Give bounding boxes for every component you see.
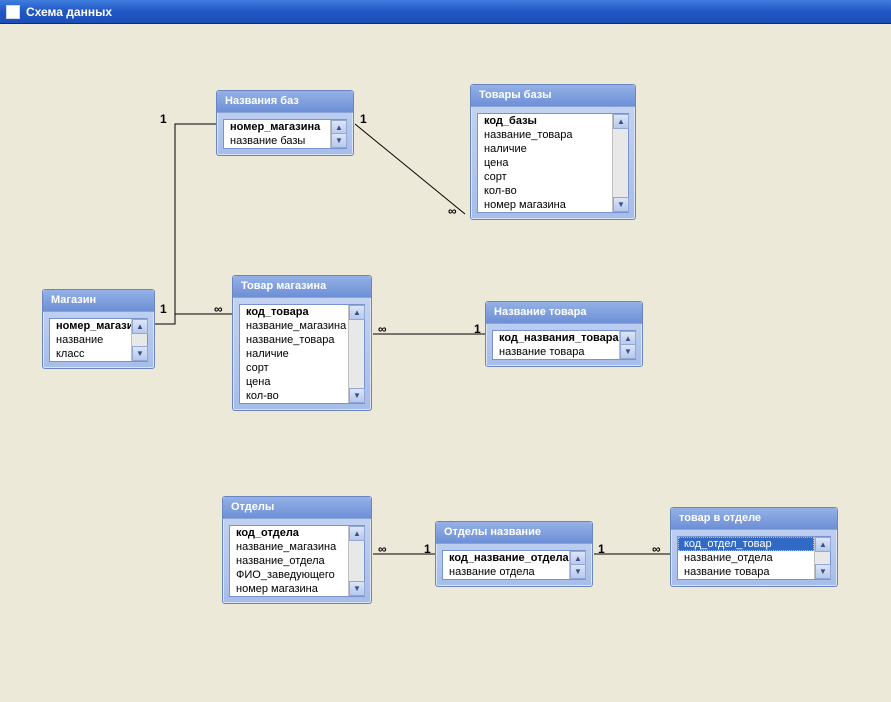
table-body: код_отдела название_магазина название_от… — [229, 525, 365, 597]
table-body: код_базы название_товара наличие цена со… — [477, 113, 629, 213]
scroll-down-icon[interactable]: ▼ — [620, 344, 636, 359]
scrollbar[interactable]: ▲ ▼ — [131, 319, 147, 361]
table-field[interactable]: название отдела — [443, 565, 569, 579]
rel-label: ∞ — [652, 542, 661, 556]
scroll-down-icon[interactable]: ▼ — [815, 564, 831, 579]
table-magazin[interactable]: Магазин номер_магазина название класс ▲ … — [42, 289, 155, 369]
table-otdely[interactable]: Отделы код_отдела название_магазина назв… — [222, 496, 372, 604]
scroll-up-icon[interactable]: ▲ — [349, 526, 365, 541]
scrollbar[interactable]: ▲ ▼ — [348, 526, 364, 596]
table-body: номер_магазина название базы ▲ ▼ — [223, 119, 347, 149]
table-field[interactable]: сорт — [240, 361, 348, 375]
scrollbar[interactable]: ▲ ▼ — [330, 120, 346, 148]
scroll-down-icon[interactable]: ▼ — [132, 346, 148, 361]
table-field[interactable]: код_названия_товара — [493, 331, 619, 345]
table-body: номер_магазина название класс ▲ ▼ — [49, 318, 148, 362]
table-field[interactable]: кол-во — [240, 389, 348, 403]
table-field[interactable]: наличие — [240, 347, 348, 361]
rel-label: ∞ — [448, 204, 457, 218]
schema-canvas[interactable]: 1 1 ∞ 1 ∞ ∞ 1 ∞ 1 1 ∞ Магазин номер_мага… — [0, 24, 891, 702]
table-field[interactable]: номер_магазина — [224, 120, 330, 134]
table-field[interactable]: кол-во — [478, 184, 612, 198]
scrollbar[interactable]: ▲ ▼ — [348, 305, 364, 403]
table-field[interactable]: название_отдела — [678, 551, 814, 565]
scroll-down-icon[interactable]: ▼ — [570, 564, 586, 579]
table-body: код_товара название_магазина название_то… — [239, 304, 365, 404]
scroll-down-icon[interactable]: ▼ — [349, 581, 365, 596]
table-header[interactable]: Магазин — [43, 290, 154, 312]
table-field[interactable]: номер_магазина — [50, 319, 131, 333]
table-body: код_отдел_товар название_отдела название… — [677, 536, 831, 580]
rel-label: 1 — [598, 542, 605, 556]
table-tovar-v-otdele[interactable]: товар в отделе код_отдел_товар название_… — [670, 507, 838, 587]
table-field[interactable]: код_название_отдела — [443, 551, 569, 565]
scroll-up-icon[interactable]: ▲ — [613, 114, 629, 129]
rel-label: 1 — [424, 542, 431, 556]
table-field[interactable]: код_отдел_товар — [678, 537, 814, 551]
scroll-up-icon[interactable]: ▲ — [815, 537, 831, 552]
table-body: код_название_отдела название отдела ▲ ▼ — [442, 550, 586, 580]
table-field[interactable]: код_отдела — [230, 526, 348, 540]
scroll-down-icon[interactable]: ▼ — [331, 133, 347, 148]
table-field[interactable]: название товара — [493, 345, 619, 359]
table-field[interactable]: название базы — [224, 134, 330, 148]
scrollbar[interactable]: ▲ ▼ — [569, 551, 585, 579]
scroll-up-icon[interactable]: ▲ — [349, 305, 365, 320]
rel-label: 1 — [360, 112, 367, 126]
table-field[interactable]: номер магазина — [478, 198, 612, 212]
table-field[interactable]: класс — [50, 347, 131, 361]
table-field[interactable]: код_базы — [478, 114, 612, 128]
table-header[interactable]: Названия баз — [217, 91, 353, 113]
table-field[interactable]: название_магазина — [240, 319, 348, 333]
rel-label: ∞ — [378, 542, 387, 556]
table-field[interactable]: код_товара — [240, 305, 348, 319]
table-header[interactable]: Отделы — [223, 497, 371, 519]
table-field[interactable]: название — [50, 333, 131, 347]
window-title: Схема данных — [26, 5, 112, 19]
table-field[interactable]: номер магазина — [230, 582, 348, 596]
table-field[interactable]: цена — [478, 156, 612, 170]
window-titlebar[interactable]: Схема данных — [0, 0, 891, 24]
app-icon — [6, 5, 20, 19]
scrollbar[interactable]: ▲ ▼ — [612, 114, 628, 212]
rel-label: 1 — [474, 322, 481, 336]
table-field[interactable]: название товара — [678, 565, 814, 579]
table-field[interactable]: наличие — [478, 142, 612, 156]
scroll-down-icon[interactable]: ▼ — [349, 388, 365, 403]
scrollbar[interactable]: ▲ ▼ — [619, 331, 635, 359]
scrollbar[interactable]: ▲ ▼ — [814, 537, 830, 579]
table-body: код_названия_товара название товара ▲ ▼ — [492, 330, 636, 360]
rel-label: ∞ — [378, 322, 387, 336]
table-field[interactable]: название_товара — [478, 128, 612, 142]
table-field[interactable]: название_магазина — [230, 540, 348, 554]
table-tovary-bazy[interactable]: Товары базы код_базы название_товара нал… — [470, 84, 636, 220]
table-field[interactable]: сорт — [478, 170, 612, 184]
table-otdely-nazvanie[interactable]: Отделы название код_название_отдела назв… — [435, 521, 593, 587]
table-header[interactable]: Товар магазина — [233, 276, 371, 298]
table-header[interactable]: Товары базы — [471, 85, 635, 107]
rel-label: 1 — [160, 302, 167, 316]
rel-label: ∞ — [214, 302, 223, 316]
table-header[interactable]: Название товара — [486, 302, 642, 324]
table-field[interactable]: название_отдела — [230, 554, 348, 568]
scroll-up-icon[interactable]: ▲ — [132, 319, 148, 334]
rel-label: 1 — [160, 112, 167, 126]
table-nazvaniya-baz[interactable]: Названия баз номер_магазина название баз… — [216, 90, 354, 156]
table-header[interactable]: Отделы название — [436, 522, 592, 544]
table-nazvanie-tovara[interactable]: Название товара код_названия_товара назв… — [485, 301, 643, 367]
table-field[interactable]: ФИО_заведующего — [230, 568, 348, 582]
table-header[interactable]: товар в отделе — [671, 508, 837, 530]
table-field[interactable]: цена — [240, 375, 348, 389]
table-field[interactable]: название_товара — [240, 333, 348, 347]
scroll-down-icon[interactable]: ▼ — [613, 197, 629, 212]
table-tovar-magazina[interactable]: Товар магазина код_товара название_магаз… — [232, 275, 372, 411]
